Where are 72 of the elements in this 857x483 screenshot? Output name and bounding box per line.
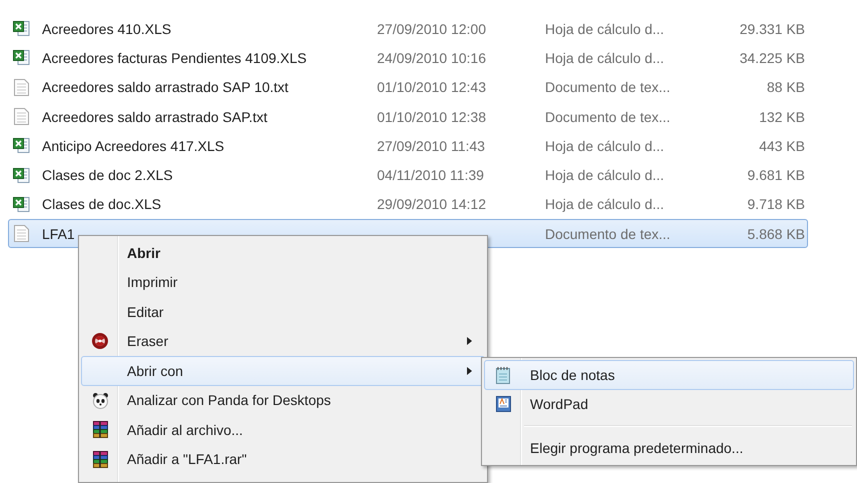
menu-item[interactable]: Editar bbox=[81, 297, 485, 326]
file-name: Clases de doc 2.XLS bbox=[42, 167, 174, 184]
menu-item[interactable]: Elegir programa predeterminado... bbox=[484, 433, 854, 462]
radiation-icon bbox=[91, 332, 109, 350]
file-row[interactable]: Clases de doc 2.XLS 04/11/2010 11:39 Hoja de cálculo d... 9.681 KB bbox=[8, 160, 808, 190]
file-row[interactable]: Acreedores saldo arrastrado SAP 10.txt 01/10/2010 12:43 Documento de tex... 88 KB bbox=[8, 72, 808, 102]
file-type: Documento de tex... bbox=[545, 108, 672, 125]
menu-item[interactable]: Abrir con bbox=[81, 356, 485, 386]
file-row[interactable]: Acreedores saldo arrastrado SAP.txt 01/10/2010 12:38 Documento de tex... 132 KB bbox=[8, 102, 808, 132]
file-type: Hoja de cálculo d... bbox=[545, 20, 666, 37]
file-size: 443 KB bbox=[758, 138, 805, 154]
file-name: Acreedores saldo arrastrado SAP.txt bbox=[42, 108, 268, 125]
file-row[interactable]: Clases de doc.XLS 29/09/2010 14:12 Hoja de cálculo d... 9.718 KB bbox=[8, 190, 808, 220]
spreadsheet-icon bbox=[13, 137, 30, 154]
menu-label: Bloc de notas bbox=[530, 366, 615, 383]
file-name: Anticipo Acreedores 417.XLS bbox=[42, 138, 226, 154]
file-size: 88 KB bbox=[766, 79, 805, 96]
file-size: 34.225 KB bbox=[738, 50, 805, 66]
file-name: LFA1 bbox=[42, 226, 76, 242]
file-type: Hoja de cálculo d... bbox=[545, 138, 666, 154]
menu-label: Añadir a "LFA1.rar" bbox=[127, 451, 247, 468]
text-document-icon bbox=[13, 224, 30, 244]
menu-label: Imprimir bbox=[127, 274, 178, 290]
menu-label: Abrir con bbox=[127, 362, 184, 379]
modified-date: 29/09/2010 14:12 bbox=[377, 196, 487, 212]
menu-item[interactable]: Añadir al archivo... bbox=[81, 415, 485, 444]
wordpad-icon bbox=[494, 395, 512, 414]
file-name: Acreedores 410.XLS bbox=[42, 20, 172, 37]
modified-date: 27/09/2010 12:00 bbox=[377, 20, 487, 37]
menu-label: WordPad bbox=[530, 396, 588, 412]
menu-item[interactable]: Eraser bbox=[81, 326, 485, 356]
menu-item[interactable]: Bloc de notas bbox=[484, 360, 854, 390]
file-type: Documento de tex... bbox=[545, 226, 672, 242]
file-row[interactable]: Acreedores 410.XLS 27/09/2010 12:00 Hoja de cálculo d... 29.331 KB bbox=[8, 14, 808, 44]
spreadsheet-icon bbox=[13, 196, 30, 213]
file-size: 9.718 KB bbox=[746, 196, 805, 212]
spreadsheet-icon bbox=[13, 166, 30, 184]
notepad-icon bbox=[495, 366, 511, 384]
book-stack-icon bbox=[92, 421, 108, 438]
spreadsheet-icon bbox=[13, 20, 30, 38]
modified-date: 27/09/2010 11:43 bbox=[377, 138, 486, 154]
menu-item[interactable]: Analizar con Panda for Desktops bbox=[81, 386, 485, 415]
menu-label: Elegir programa predeterminado... bbox=[530, 440, 744, 456]
text-document-icon bbox=[13, 107, 30, 126]
file-size: 9.681 KB bbox=[746, 167, 805, 184]
menu-label: Añadir al archivo... bbox=[127, 422, 243, 438]
modified-date: 01/10/2010 12:43 bbox=[377, 79, 487, 96]
file-type: Hoja de cálculo d... bbox=[545, 196, 666, 212]
file-name: Acreedores saldo arrastrado SAP 10.txt bbox=[42, 79, 290, 96]
modified-date: 01/10/2010 12:38 bbox=[377, 108, 487, 125]
menu-item[interactable]: WordPad bbox=[484, 390, 854, 419]
spreadsheet-icon bbox=[13, 49, 30, 66]
file-type: Documento de tex... bbox=[545, 79, 672, 96]
panda-icon bbox=[92, 392, 108, 409]
file-size: 5.868 KB bbox=[746, 226, 805, 242]
menu-item[interactable]: Imprimir bbox=[81, 268, 485, 297]
file-type: Hoja de cálculo d... bbox=[545, 167, 666, 184]
text-document-icon bbox=[13, 78, 30, 97]
file-name: Clases de doc.XLS bbox=[42, 196, 162, 212]
menu-label: Analizar con Panda for Desktops bbox=[127, 392, 331, 408]
file-size: 132 KB bbox=[758, 108, 805, 125]
file-size: 29.331 KB bbox=[738, 20, 805, 37]
menu-label: Eraser bbox=[127, 333, 168, 350]
file-type: Hoja de cálculo d... bbox=[545, 50, 666, 66]
file-name: Acreedores facturas Pendientes 4109.XLS bbox=[42, 50, 308, 66]
menu-item[interactable]: Añadir a "LFA1.rar" bbox=[81, 444, 485, 474]
file-row[interactable]: Anticipo Acreedores 417.XLS 27/09/2010 11:43 Hoja de cálculo d... 443 KB bbox=[8, 131, 808, 160]
file-row[interactable]: Acreedores facturas Pendientes 4109.XLS 24/09/2010 10:16 Hoja de cálculo d... 34.225 KB bbox=[8, 43, 808, 73]
book-stack-icon bbox=[92, 450, 108, 468]
modified-date: 04/11/2010 11:39 bbox=[377, 167, 485, 184]
menu-label: Editar bbox=[127, 304, 164, 320]
modified-date: 24/09/2010 10:16 bbox=[377, 50, 487, 66]
